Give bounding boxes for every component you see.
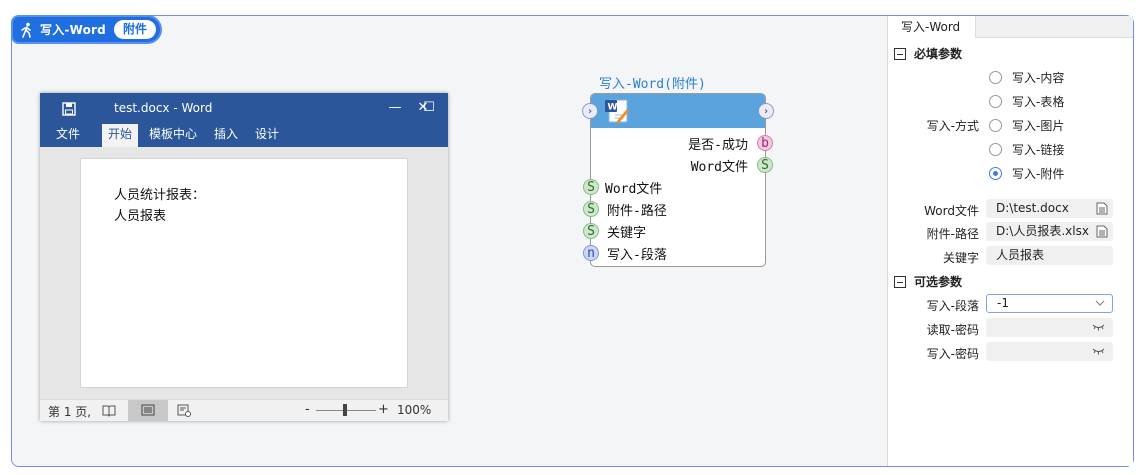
word-window: test.docx - Word — ☐ ✕ 文件 开始 模板中心 插入 设计 … [40,93,448,421]
close-button[interactable]: ✕ [414,99,432,117]
radio-write-content[interactable]: 写入-内容 [989,69,1064,86]
node-head: W [591,94,765,128]
node-header-pill[interactable]: 写入-Word 附件 [11,15,162,44]
word-edit-icon: W [605,99,629,123]
zoom-out-button[interactable]: - [305,402,310,417]
output-label-success: 是否-成功 [688,138,748,153]
attachment-path-field[interactable]: D:\人员报表.xlsx [986,222,1113,241]
zoom-slider-thumb[interactable] [343,404,347,416]
chevron-down-icon [1095,300,1105,306]
radio-write-attachment[interactable]: 写入-附件 [989,165,1064,182]
print-layout-view[interactable] [128,400,168,421]
document-area: 人员统计报表： 人员报表 [40,147,448,399]
node-header-title: 写入-Word [40,23,106,37]
zoom-level: 100% [397,403,432,417]
keyword-value: 人员报表 [996,248,1045,262]
word-status-bar: 第 1 页, - + 100% [40,399,448,421]
radio-label: 写入-链接 [1012,143,1065,157]
output-label-word-file: Word文件 [690,160,748,175]
panel-tabbar: 写入-Word [888,16,1133,38]
input-label-word-file: Word文件 [605,182,663,197]
input-label-attachment-path: 附件-路径 [607,204,667,219]
document-line: 人员报表 [114,209,167,224]
mode-label: 写入-方式 [926,119,979,133]
panel-tab-write-word[interactable]: 写入-Word [888,16,976,38]
flow-in-port[interactable]: › [582,103,598,119]
read-password-label: 读取-密码 [926,323,979,337]
document-page[interactable]: 人员统计报表： 人员报表 [80,158,408,388]
tab-template-center[interactable]: 模板中心 [143,124,203,147]
zoom-in-button[interactable]: + [378,402,389,417]
radio-dot [989,119,1002,132]
node-title: 写入-Word(附件) [599,77,706,92]
write-password-label: 写入-密码 [926,347,979,361]
tab-file[interactable]: 文件 [50,124,86,147]
word-file-value: D:\test.docx [996,201,1069,215]
attachment-badge: 附件 [113,20,156,39]
keyword-field[interactable]: 人员报表 [986,246,1113,265]
input-port-keyword[interactable]: S [583,223,599,239]
write-password-field[interactable] [986,342,1113,361]
input-label-keyword: 关键字 [607,226,647,241]
radio-label: 写入-表格 [1012,95,1065,109]
flow-out-port[interactable]: › [758,103,774,119]
radio-dot [989,143,1002,156]
attachment-path-value: D:\人员报表.xlsx [996,224,1089,238]
input-port-word-file[interactable]: S [583,179,599,195]
radio-label: 写入-图片 [1012,119,1065,133]
radio-label: 写入-附件 [1012,167,1065,181]
web-layout-icon[interactable] [177,403,191,417]
read-password-field[interactable] [986,318,1113,337]
input-port-paragraph[interactable]: n [583,245,599,261]
optional-section-title: 可选参数 [914,275,963,289]
radio-write-image[interactable]: 写入-图片 [989,117,1064,134]
word-titlebar: test.docx - Word — ☐ [40,93,448,124]
minimize-button[interactable]: — [386,99,404,117]
file-picker-icon[interactable] [1096,225,1108,238]
paragraph-value: -1 [997,296,1009,310]
keyword-label: 关键字 [942,251,979,265]
read-mode-icon[interactable] [102,403,116,417]
input-port-attachment-path[interactable]: S [583,201,599,217]
page-indicator: 第 1 页, [48,405,92,419]
required-section-title: 必填参数 [914,47,963,61]
save-icon[interactable] [62,102,76,116]
walking-person-icon [21,22,31,38]
paragraph-select[interactable]: -1 [986,294,1113,313]
eye-closed-icon[interactable] [1092,323,1105,331]
word-file-field[interactable]: D:\test.docx [986,199,1113,218]
optional-section-header[interactable]: 可选参数 [894,273,962,290]
attachment-path-label: 附件-路径 [926,227,979,241]
required-section-header[interactable]: 必填参数 [894,45,962,62]
tab-insert[interactable]: 插入 [208,124,244,147]
collapse-icon[interactable] [894,47,906,60]
document-line: 人员统计报表： [114,188,206,203]
output-port-success[interactable]: b [757,135,773,151]
collapse-icon[interactable] [894,275,906,288]
properties-panel: 写入-Word 必填参数 写入-内容 写入-表格 写入-方式 写入-图片 写入-… [887,16,1133,466]
radio-dot-selected [989,167,1002,180]
input-label-paragraph: 写入-段落 [607,248,667,263]
svg-text:W: W [608,103,618,113]
radio-write-link[interactable]: 写入-链接 [989,141,1064,158]
radio-dot [989,95,1002,108]
file-picker-icon[interactable] [1096,202,1108,215]
word-ribbon: 文件 开始 模板中心 插入 设计 [40,124,448,147]
print-layout-icon [141,404,155,416]
document-title: test.docx - Word [114,101,213,115]
radio-write-table[interactable]: 写入-表格 [989,93,1064,110]
tab-home[interactable]: 开始 [102,124,139,147]
paragraph-label: 写入-段落 [926,299,979,313]
eye-closed-icon[interactable] [1092,347,1105,355]
radio-label: 写入-内容 [1012,71,1065,85]
output-port-word-file[interactable]: S [757,157,773,173]
write-word-node[interactable]: W › › 是否-成功 b Word文件 S S Word文件 S 附件-路径 … [582,93,774,267]
radio-dot [989,71,1002,84]
word-file-label: Word文件 [924,204,979,218]
tab-design[interactable]: 设计 [249,124,285,147]
